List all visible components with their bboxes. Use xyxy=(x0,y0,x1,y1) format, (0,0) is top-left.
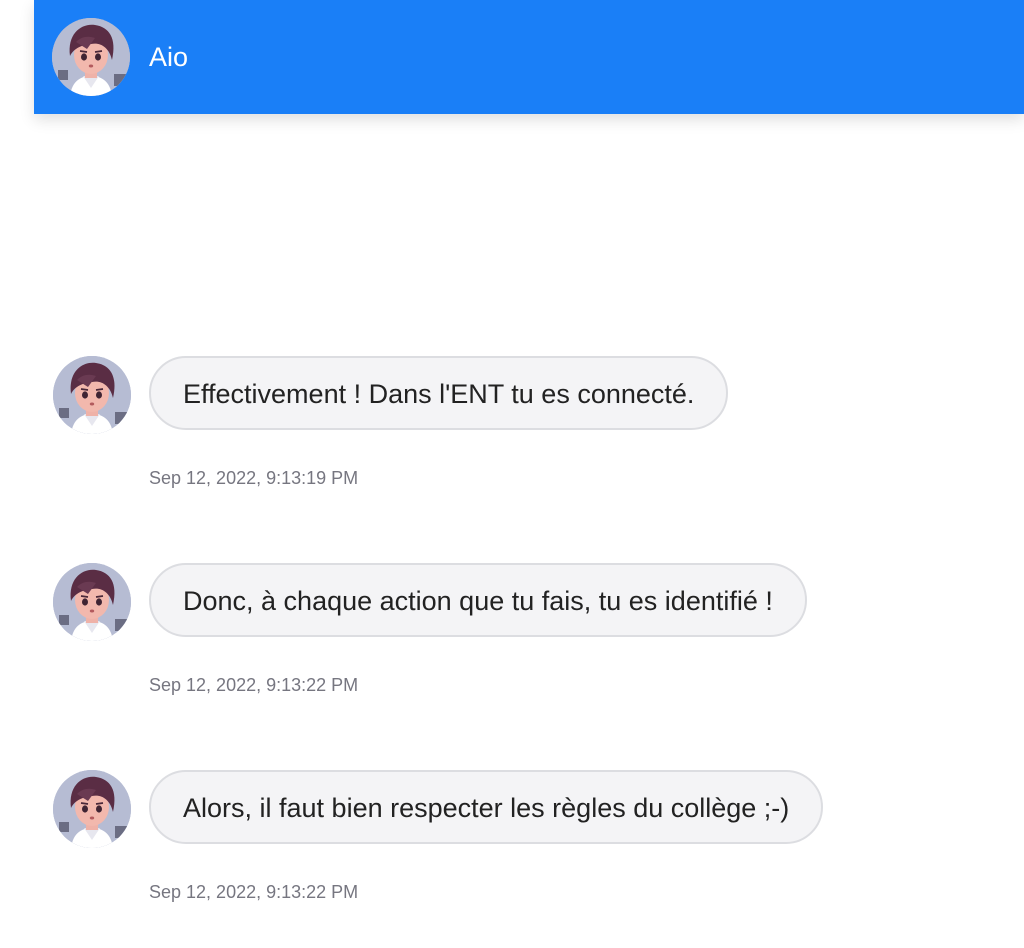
character-avatar-icon xyxy=(53,770,131,848)
message-item: Effectivement ! Dans l'ENT tu es connect… xyxy=(53,356,1013,496)
character-avatar-icon xyxy=(53,563,131,641)
message-bubble: Donc, à chaque action que tu fais, tu es… xyxy=(149,563,807,637)
message-item: Alors, il faut bien respecter les règles… xyxy=(53,770,1013,910)
character-avatar-icon xyxy=(52,18,130,96)
message-item: Donc, à chaque action que tu fais, tu es… xyxy=(53,563,1013,703)
message-bubble: Alors, il faut bien respecter les règles… xyxy=(149,770,824,844)
message-timestamp: Sep 12, 2022, 9:13:19 PM xyxy=(149,468,359,488)
message-bubble: Effectivement ! Dans l'ENT tu es connect… xyxy=(149,356,729,430)
chat-contact-name: Aio xyxy=(149,42,189,72)
chat-header: Aio xyxy=(34,0,1024,114)
character-avatar-icon xyxy=(53,356,131,434)
message-timestamp: Sep 12, 2022, 9:13:22 PM xyxy=(149,882,359,902)
message-timestamp: Sep 12, 2022, 9:13:22 PM xyxy=(149,675,359,695)
